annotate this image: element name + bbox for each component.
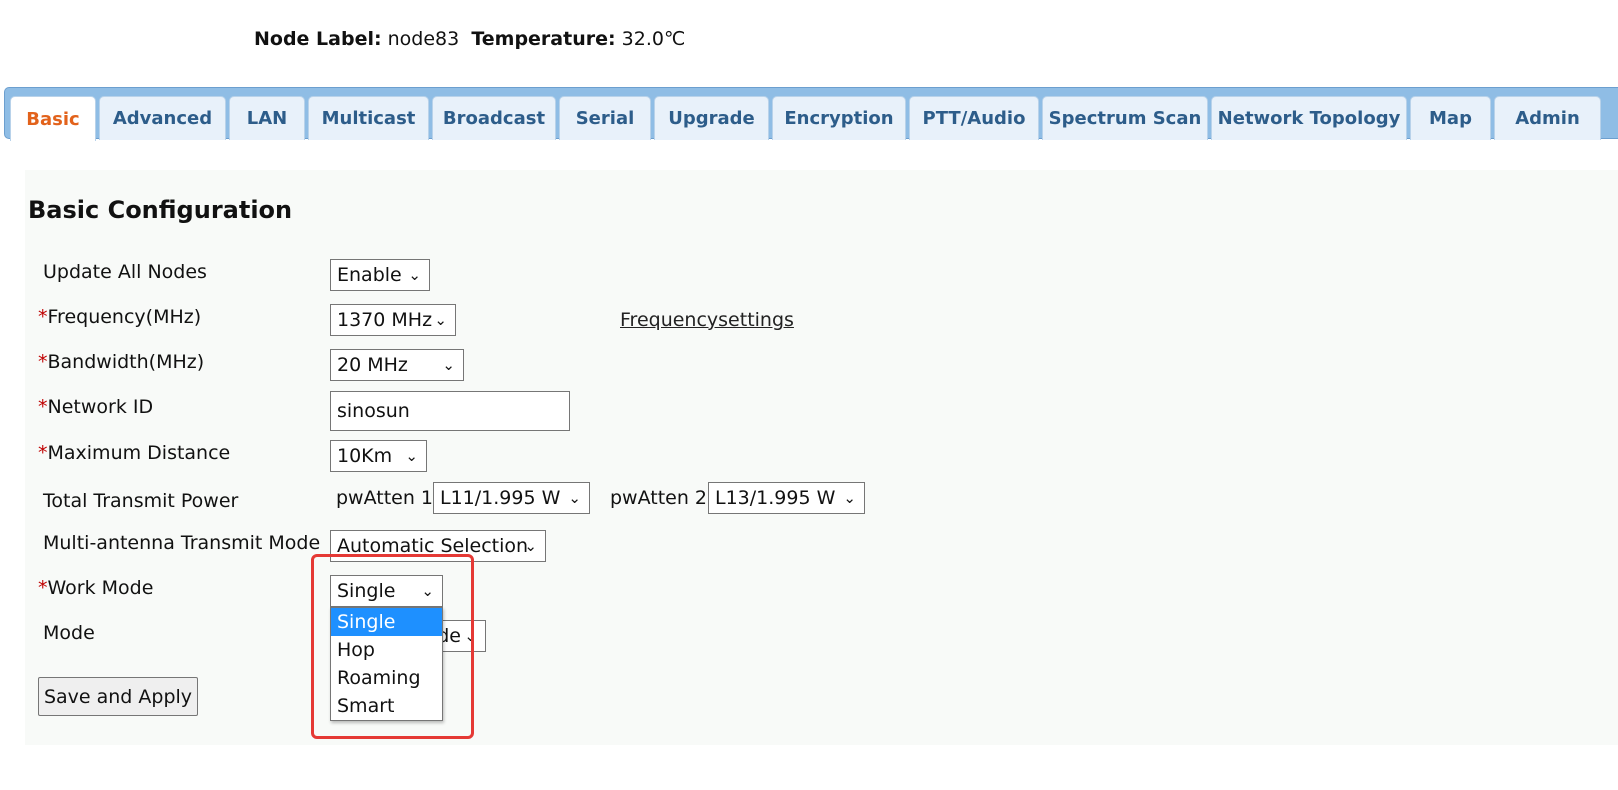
- frequency-select[interactable]: 1370 MHz ⌄: [330, 304, 456, 336]
- mode-label: Mode: [43, 622, 95, 644]
- work-mode-label-text: Work Mode: [47, 577, 154, 599]
- required-marker: *: [38, 306, 48, 328]
- tab-bar: Basic Advanced LAN Multicast Broadcast S…: [4, 87, 1618, 141]
- frequency-label: *Frequency(MHz): [38, 306, 201, 328]
- network-id-input[interactable]: sinosun: [330, 391, 570, 431]
- pw-atten-2-value: L13/1.995 W: [715, 487, 836, 509]
- required-marker: *: [38, 396, 48, 418]
- bandwidth-label: *Bandwidth(MHz): [38, 351, 204, 373]
- node-label-value: node83: [387, 28, 460, 50]
- pw-atten-1-label: pwAtten 1: [336, 487, 434, 509]
- max-distance-label: *Maximum Distance: [38, 442, 230, 464]
- node-label-key: Node Label:: [254, 28, 382, 50]
- work-mode-label: *Work Mode: [38, 577, 153, 599]
- tab-multicast[interactable]: Multicast: [308, 96, 429, 140]
- tab-broadcast[interactable]: Broadcast: [432, 96, 556, 140]
- max-distance-select[interactable]: 10Km ⌄: [330, 440, 427, 472]
- max-distance-label-text: Maximum Distance: [47, 442, 231, 464]
- frequency-value: 1370 MHz: [337, 309, 433, 331]
- temperature-key: Temperature:: [471, 28, 616, 50]
- bandwidth-label-text: Bandwidth(MHz): [47, 351, 205, 373]
- pw-atten-1-select[interactable]: L11/1.995 W ⌄: [433, 482, 590, 514]
- tab-network-topology[interactable]: Network Topology: [1211, 96, 1407, 140]
- save-and-apply-button[interactable]: Save and Apply: [38, 677, 198, 716]
- chevron-down-icon: ⌄: [442, 356, 455, 374]
- config-panel: [25, 170, 1618, 745]
- antenna-mode-label: Multi-antenna Transmit Mode: [43, 532, 321, 554]
- temperature-value: 32.0℃: [621, 28, 686, 50]
- required-marker: *: [38, 442, 48, 464]
- tab-ptt-audio[interactable]: PTT/Audio: [909, 96, 1039, 140]
- page-title: Basic Configuration: [28, 196, 293, 224]
- highlight-annotation-box: [311, 554, 474, 739]
- chevron-down-icon: ⌄: [524, 537, 537, 555]
- frequency-label-text: Frequency(MHz): [47, 306, 202, 328]
- update-all-nodes-select[interactable]: Enable ⌄: [330, 259, 430, 291]
- pw-atten-2-label: pwAtten 2: [610, 487, 708, 509]
- update-all-nodes-value: Enable: [337, 264, 402, 286]
- tab-advanced[interactable]: Advanced: [99, 96, 226, 140]
- tab-encryption[interactable]: Encryption: [772, 96, 906, 140]
- tab-admin[interactable]: Admin: [1494, 96, 1601, 140]
- chevron-down-icon: ⌄: [408, 266, 421, 284]
- pw-atten-1-value: L11/1.995 W: [440, 487, 561, 509]
- chevron-down-icon: ⌄: [434, 311, 447, 329]
- required-marker: *: [38, 577, 48, 599]
- tab-map[interactable]: Map: [1410, 96, 1491, 140]
- pw-atten-2-select[interactable]: L13/1.995 W ⌄: [708, 482, 865, 514]
- tab-serial[interactable]: Serial: [559, 96, 651, 140]
- bandwidth-value: 20 MHz: [337, 354, 408, 376]
- required-marker: *: [38, 351, 48, 373]
- update-all-nodes-label: Update All Nodes: [43, 261, 207, 283]
- network-id-label-text: Network ID: [47, 396, 154, 418]
- node-info: Node Label: node83 Temperature: 32.0℃: [254, 28, 685, 50]
- chevron-down-icon: ⌄: [843, 489, 856, 507]
- max-distance-value: 10Km: [337, 445, 393, 467]
- frequency-settings-link[interactable]: Frequencysettings: [620, 309, 794, 331]
- network-id-label: *Network ID: [38, 396, 153, 418]
- tab-basic[interactable]: Basic: [10, 96, 96, 141]
- chevron-down-icon: ⌄: [568, 489, 581, 507]
- transmit-power-label: Total Transmit Power: [43, 490, 239, 512]
- tab-upgrade[interactable]: Upgrade: [654, 96, 769, 140]
- tab-lan[interactable]: LAN: [229, 96, 305, 140]
- bandwidth-select[interactable]: 20 MHz ⌄: [330, 349, 464, 381]
- tab-spectrum-scan[interactable]: Spectrum Scan: [1042, 96, 1208, 140]
- chevron-down-icon: ⌄: [405, 447, 418, 465]
